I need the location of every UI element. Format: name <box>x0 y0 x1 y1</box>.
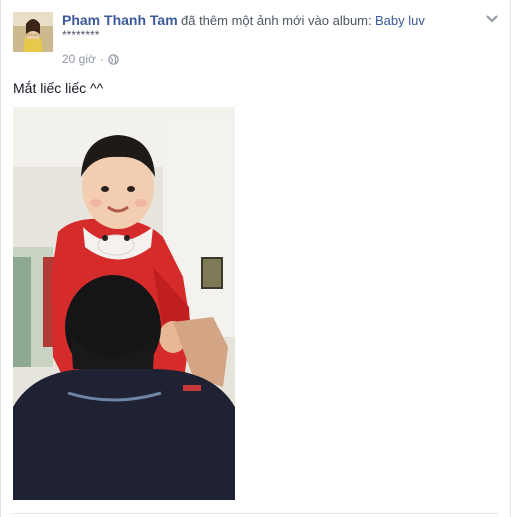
chevron-down-icon[interactable] <box>484 10 500 26</box>
feed-post: Pham Thanh Tam đã thêm một ảnh mới vào a… <box>0 0 511 517</box>
post-action-text: đã thêm một ảnh mới vào album: <box>181 13 372 28</box>
post-time-link[interactable]: 20 giờ <box>62 52 96 66</box>
post-photo[interactable] <box>13 107 235 500</box>
album-link[interactable]: Baby luv <box>375 13 425 28</box>
post-header: Pham Thanh Tam đã thêm một ảnh mới vào a… <box>62 12 470 29</box>
author-avatar[interactable] <box>13 12 53 52</box>
post-caption: Mắt liếc liếc ^^ <box>13 80 104 96</box>
post-footer-divider <box>13 513 498 514</box>
author-name-link[interactable]: Pham Thanh Tam <box>62 12 178 28</box>
post-meta: 20 giờ · <box>62 52 119 66</box>
globe-icon[interactable] <box>108 53 119 65</box>
post-subline: ******** <box>62 28 100 42</box>
meta-separator: · <box>99 52 104 66</box>
